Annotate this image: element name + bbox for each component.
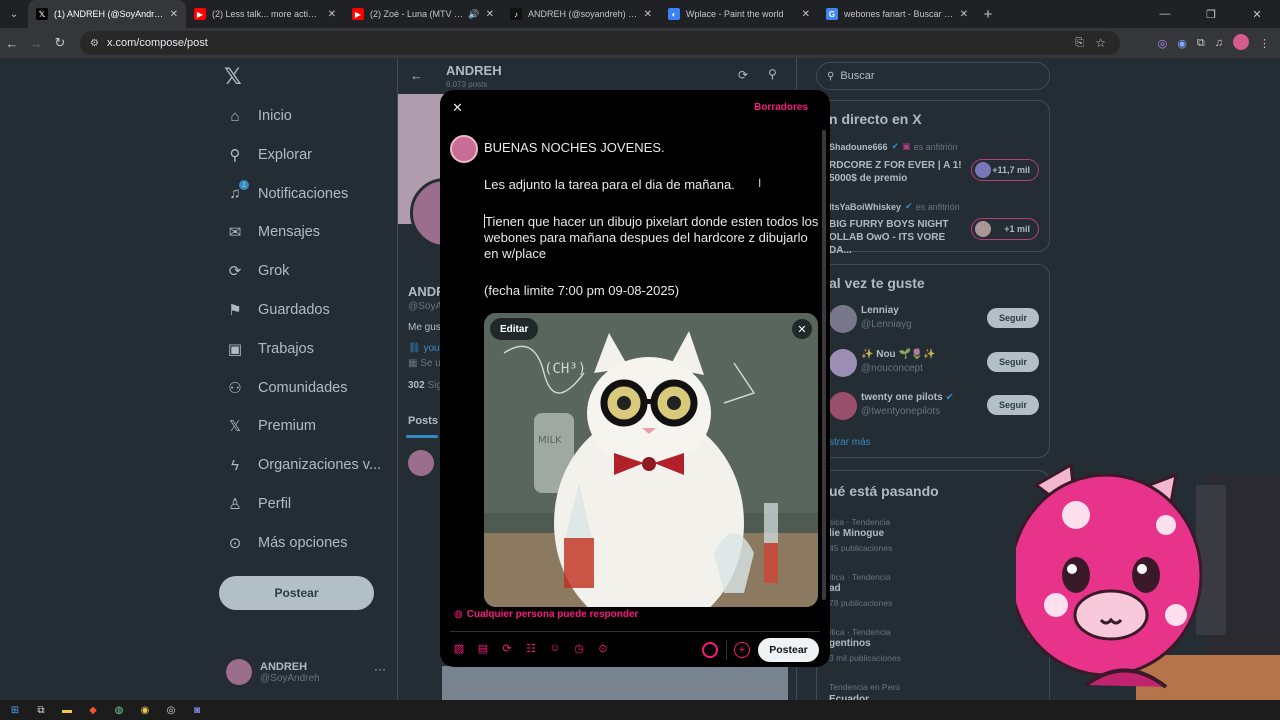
scientist-cat-image: (CH³) MILK: [484, 313, 818, 607]
brave-icon[interactable]: ◆: [84, 703, 102, 717]
compose-line: Les adjunto la tarea para el dia de maña…: [484, 177, 735, 192]
tiktok-favicon-icon: ♪: [510, 8, 522, 20]
gif-icon[interactable]: ▤: [476, 642, 490, 655]
tab-title: Wplace - Paint the world: [686, 9, 784, 19]
minimize-icon[interactable]: —: [1142, 0, 1188, 28]
url-text: x.com/compose/post: [106, 37, 208, 49]
compose-line-with-caret: Tienen que hacer un dibujo pixelart dond…: [484, 214, 820, 262]
tab-close-icon[interactable]: ✕: [328, 9, 336, 20]
browser-tab-bar: ⌄ 𝕏 (1) ANDREH (@SoyAndreh) / X ✕ ▶ (2) Less…: [0, 0, 1280, 28]
wplace-favicon-icon: ◐: [668, 8, 680, 20]
tab-audio-icon[interactable]: 🔊: [468, 9, 479, 20]
yt-favicon-icon: ▶: [352, 8, 364, 20]
text-cursor-icon: I: [758, 176, 762, 190]
X-favicon-icon: 𝕏: [36, 8, 48, 20]
compose-dialog: ✕ Borradores BUENAS NOCHES JOVENES. Les …: [440, 90, 830, 667]
media-icon[interactable]: ▨: [452, 642, 466, 655]
tab-close-icon[interactable]: ✕: [170, 9, 178, 20]
extension-icon[interactable]: ◎: [1158, 37, 1168, 50]
browser-menu-icon[interactable]: ⋮: [1259, 37, 1270, 50]
bookmark-star-icon[interactable]: ☆: [1095, 36, 1106, 50]
close-icon[interactable]: ✕: [452, 100, 463, 116]
browser-tab[interactable]: ◐ Wplace - Paint the world ✕: [660, 0, 818, 28]
tab-close-icon[interactable]: ✕: [486, 9, 494, 20]
tab-close-icon[interactable]: ✕: [644, 9, 652, 20]
tab-title: (1) ANDREH (@SoyAndreh) / X: [54, 9, 164, 19]
submit-post-button[interactable]: Postear: [758, 638, 819, 662]
tab-strip: 𝕏 (1) ANDREH (@SoyAndreh) / X ✕ ▶ (2) Less t…: [28, 0, 976, 28]
avatar: [450, 135, 478, 163]
poll-icon[interactable]: ☷: [524, 642, 538, 655]
chalkboard-text: (CH³): [544, 361, 586, 377]
emoji-icon[interactable]: ☺: [548, 642, 562, 655]
google-favicon-icon: G: [826, 8, 838, 20]
browser-tab[interactable]: 𝕏 (1) ANDREH (@SoyAndreh) / X ✕: [28, 0, 186, 28]
tab-close-icon[interactable]: ✕: [960, 9, 968, 20]
extension-icons: ◎ ◉ ⧉ ♫ ⋮: [1158, 28, 1270, 58]
tab-title: (2) Zoé - Luna (MTV Unplug: [370, 9, 464, 19]
site-info-icon[interactable]: ⚙: [90, 38, 99, 49]
tab-title: (2) Less talk... more action. / Lo: [212, 9, 322, 19]
new-tab-button[interactable]: +: [976, 6, 1000, 23]
address-bar[interactable]: ⚙ x.com/compose/post ⎘ ☆: [80, 31, 1120, 55]
browser-toolbar: ← → ↻ ⚙ x.com/compose/post ⎘ ☆ ◎ ◉ ⧉ ♫ ⋮: [0, 28, 1280, 58]
install-app-icon[interactable]: ⎘: [1075, 37, 1084, 50]
os-taskbar: ⊞ ⧉ ▬ ◆ ◍ ◉ ◎ ◙: [0, 700, 1280, 720]
character-counter-ring: [702, 642, 718, 658]
app-icon[interactable]: ◍: [110, 703, 128, 717]
chrome-icon[interactable]: ◉: [136, 703, 154, 717]
reply-settings-button[interactable]: ◍ Cualquier persona puede responder: [454, 609, 638, 620]
reload-icon[interactable]: ↻: [48, 35, 72, 51]
mascot-overlay-image: [1016, 462, 1280, 700]
edit-media-button[interactable]: Editar: [490, 318, 539, 340]
browser-tab[interactable]: ▶ (2) Less talk... more action. / Lo ✕: [186, 0, 344, 28]
close-window-icon[interactable]: ✕: [1234, 0, 1280, 28]
discord-icon[interactable]: ◙: [188, 703, 206, 717]
divider: [450, 631, 820, 632]
extensions-puzzle-icon[interactable]: ⧉: [1197, 37, 1205, 50]
browser-tab[interactable]: ▶ (2) Zoé - Luna (MTV Unplug 🔊 ✕: [344, 0, 502, 28]
browser-tab[interactable]: Gwebones fanart - Buscar con G ✕: [818, 0, 976, 28]
reply-settings-label: Cualquier persona puede responder: [466, 609, 639, 620]
milk-label: MILK: [538, 435, 562, 446]
compose-textarea[interactable]: BUENAS NOCHES JOVENES. Les adjunto la ta…: [484, 140, 820, 299]
globe-icon: ◍: [454, 609, 463, 620]
remove-media-icon[interactable]: ✕: [792, 319, 812, 339]
windows-start-icon[interactable]: ⊞: [6, 703, 24, 717]
profile-avatar[interactable]: [1233, 33, 1249, 53]
add-post-icon[interactable]: +: [734, 642, 750, 658]
extension-wave-icon[interactable]: ◉: [1177, 37, 1187, 50]
compose-line: (fecha limite 7:00 pm 09-08-2025): [484, 283, 680, 298]
window-controls: — ❐ ✕: [1142, 0, 1280, 28]
grok-icon[interactable]: ⟳: [500, 642, 514, 655]
yt-favicon-icon: ▶: [194, 8, 206, 20]
tab-search-menu-icon[interactable]: ⌄: [0, 0, 28, 28]
modal-scrollbar[interactable]: [822, 130, 826, 600]
file-explorer-icon[interactable]: ▬: [58, 703, 76, 717]
forward-icon[interactable]: →: [24, 36, 48, 51]
media-control-icon[interactable]: ♫: [1215, 37, 1223, 49]
location-icon[interactable]: ⊙: [596, 642, 610, 655]
attached-image[interactable]: (CH³) MILK Editar ✕: [484, 313, 818, 607]
tab-title: ANDREH (@soyandreh) | TikTok: [528, 9, 638, 19]
divider: [726, 640, 727, 660]
compose-toolbar: ▨ ▤ ⟳ ☷ ☺ ◷ ⊙: [452, 642, 610, 655]
compose-line: Tienen que hacer un dibujo pixelart dond…: [484, 214, 819, 261]
schedule-icon[interactable]: ◷: [572, 642, 586, 655]
back-icon[interactable]: ←: [0, 36, 24, 51]
tab-close-icon[interactable]: ✕: [802, 9, 810, 20]
task-view-icon[interactable]: ⧉: [32, 703, 50, 717]
obs-icon[interactable]: ◎: [162, 703, 180, 717]
compose-line: BUENAS NOCHES JOVENES.: [484, 140, 665, 155]
restore-icon[interactable]: ❐: [1188, 0, 1234, 28]
tab-title: webones fanart - Buscar con G: [844, 9, 954, 19]
browser-tab[interactable]: ♪ ANDREH (@soyandreh) | TikTok ✕: [502, 0, 660, 28]
drafts-button[interactable]: Borradores: [754, 102, 808, 113]
